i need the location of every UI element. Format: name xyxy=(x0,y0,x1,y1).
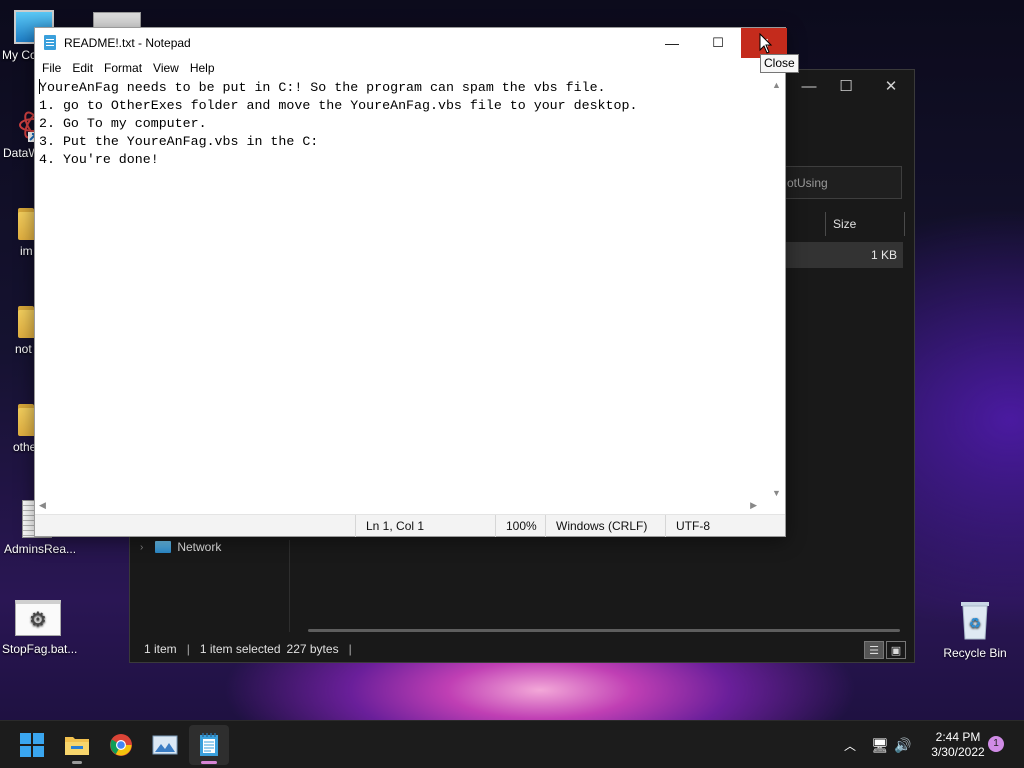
windows-logo-icon xyxy=(20,733,44,757)
column-divider[interactable] xyxy=(904,212,905,236)
photos-icon xyxy=(152,735,178,755)
chevron-up-icon[interactable]: ︿ xyxy=(840,737,860,754)
scroll-right-icon[interactable]: ▶ xyxy=(750,500,757,511)
desktop-icon-settings-partial[interactable] xyxy=(93,12,141,28)
explorer-maximize-button[interactable]: ☐ xyxy=(823,70,869,102)
desktop-icon-label: AdminsRea... xyxy=(4,542,77,556)
status-cursor-position: Ln 1, Col 1 xyxy=(355,515,495,537)
vertical-scrollbar[interactable]: ▲ ▼ xyxy=(768,78,785,498)
clock-date: 3/30/2022 xyxy=(931,745,985,759)
volume-icon[interactable]: 🔊 xyxy=(892,737,914,754)
view-toggle: ☰ ▣ xyxy=(864,641,906,659)
menu-view[interactable]: View xyxy=(148,58,185,78)
horizontal-scrollbar[interactable]: ◀ ▶ xyxy=(35,498,771,515)
document-remaining-text: 1. go to OtherExes folder and move the Y… xyxy=(39,98,638,167)
taskbar-notepad[interactable] xyxy=(189,725,229,765)
close-tooltip: Close xyxy=(760,54,799,73)
network-status-icon[interactable]: 🖥 xyxy=(868,737,892,754)
column-divider[interactable] xyxy=(825,212,826,236)
running-indicator xyxy=(72,761,82,764)
status-separator: | xyxy=(348,642,352,656)
chrome-icon xyxy=(110,734,132,756)
taskbar: ︿ 🖥 🔊 2:44 PM 3/30/2022 xyxy=(0,720,1024,768)
status-zoom: 100% xyxy=(495,515,545,537)
folder-icon xyxy=(65,737,89,755)
notification-badge[interactable]: 1 xyxy=(988,736,1004,752)
system-tray: ︿ 🖥 🔊 xyxy=(840,721,914,768)
notepad-status-bar: Ln 1, Col 1 100% Windows (CRLF) UTF-8 xyxy=(35,514,785,537)
status-selected-count: 1 item selected xyxy=(199,642,281,656)
window-title: README!.txt - Notepad xyxy=(64,36,191,50)
desktop-icon-stopfag-bat[interactable]: ⚙ StopFag.bat... xyxy=(0,600,79,656)
desktop-icon-label: Recycle Bin xyxy=(943,646,1007,660)
explorer-close-button[interactable]: ✕ xyxy=(868,70,914,102)
menu-edit[interactable]: Edit xyxy=(67,58,99,78)
notepad-window[interactable]: README!.txt - Notepad — ☐ ✕ File Edit Fo… xyxy=(34,27,787,537)
status-separator: | xyxy=(186,642,190,656)
file-row-selected[interactable]: t 1 KB xyxy=(770,242,903,268)
details-view-icon[interactable]: ☰ xyxy=(864,641,884,659)
taskbar-file-explorer[interactable] xyxy=(57,725,97,765)
explorer-search-input[interactable]: otUsing xyxy=(770,166,902,199)
desktop-icon-recycle-bin[interactable]: ♻ Recycle Bin xyxy=(935,598,1015,660)
scroll-left-icon[interactable]: ◀ xyxy=(39,500,46,511)
minimize-button[interactable]: — xyxy=(649,28,695,58)
notepad-title-bar[interactable]: README!.txt - Notepad — ☐ ✕ xyxy=(35,28,787,58)
column-header-size[interactable]: Size xyxy=(833,217,856,231)
document-first-line: YoureAnFag needs to be put in C:! So the… xyxy=(39,80,606,95)
menu-bar: File Edit Format View Help xyxy=(35,58,221,78)
taskbar-chrome[interactable] xyxy=(101,725,141,765)
scroll-up-icon[interactable]: ▲ xyxy=(772,80,781,90)
taskbar-photos[interactable] xyxy=(145,725,185,765)
notepad-icon xyxy=(200,733,218,756)
maximize-button[interactable]: ☐ xyxy=(695,28,741,58)
menu-help[interactable]: Help xyxy=(185,58,221,78)
nav-item-label: Network xyxy=(177,540,222,554)
explorer-status-bar: 1 item | 1 item selected 227 bytes | xyxy=(130,636,914,662)
status-encoding: UTF-8 xyxy=(665,515,765,537)
file-size-cell: 1 KB xyxy=(870,248,897,262)
recycle-bin-icon: ♻ xyxy=(958,598,992,640)
status-selected-size: 227 bytes xyxy=(286,642,339,656)
svg-text:♻: ♻ xyxy=(969,615,982,631)
batch-gear-icon: ⚙ xyxy=(15,600,61,636)
start-button[interactable] xyxy=(12,725,52,765)
taskbar-clock[interactable]: 2:44 PM 3/30/2022 xyxy=(920,730,996,760)
network-icon xyxy=(155,541,172,553)
menu-file[interactable]: File xyxy=(37,58,67,78)
explorer-horizontal-scrollbar[interactable] xyxy=(308,629,900,632)
status-line-endings: Windows (CRLF) xyxy=(545,515,665,537)
scroll-down-icon[interactable]: ▼ xyxy=(772,488,781,498)
clock-time: 2:44 PM xyxy=(935,730,981,744)
status-item-count: 1 item xyxy=(144,642,177,656)
tiles-view-icon[interactable]: ▣ xyxy=(886,641,906,659)
desktop-icon-label: StopFag.bat... xyxy=(2,642,78,656)
menu-format[interactable]: Format xyxy=(99,58,148,78)
chevron-right-icon[interactable]: › xyxy=(140,542,143,553)
active-indicator xyxy=(201,761,217,764)
notepad-icon xyxy=(44,35,56,50)
text-editor-area[interactable]: YoureAnFag needs to be put in C:! So the… xyxy=(35,78,771,498)
nav-pane-divider xyxy=(289,540,290,632)
nav-item-network[interactable]: › Network xyxy=(140,540,221,554)
